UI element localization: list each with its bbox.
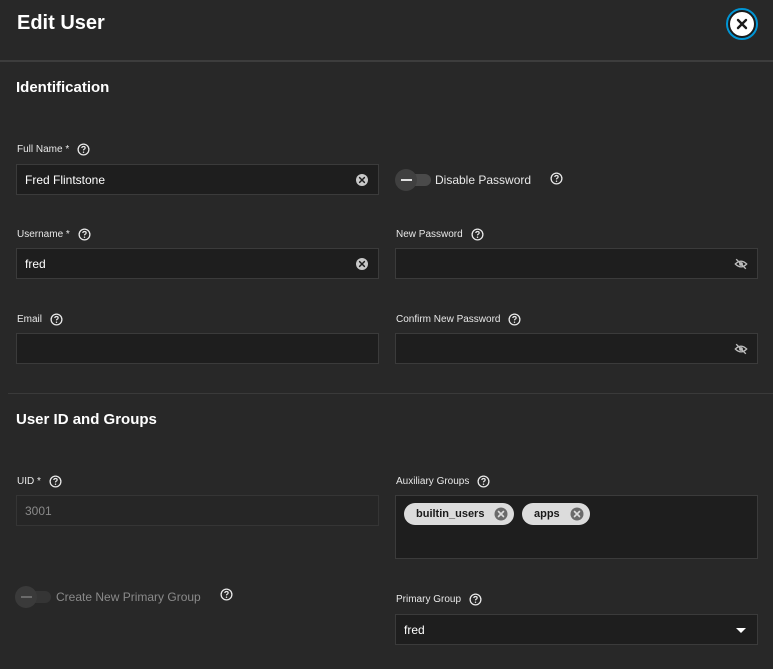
help-icon[interactable] bbox=[77, 143, 90, 156]
help-icon[interactable] bbox=[78, 228, 91, 241]
uid-label-text: UID * bbox=[17, 476, 41, 487]
full-name-label-text: Full Name * bbox=[17, 144, 70, 155]
primary-group-select[interactable]: fred bbox=[395, 614, 758, 645]
section-title-identification: Identification bbox=[16, 79, 110, 96]
section-divider bbox=[8, 393, 773, 394]
toggle-thumb bbox=[395, 169, 417, 191]
email-label: Email bbox=[17, 313, 63, 326]
help-icon[interactable] bbox=[477, 475, 490, 488]
group-chip-label: builtin_users bbox=[416, 508, 485, 520]
header-divider bbox=[0, 60, 773, 62]
auxiliary-groups-input[interactable]: builtin_users apps bbox=[395, 495, 758, 559]
primary-group-value: fred bbox=[404, 623, 425, 637]
help-icon[interactable] bbox=[49, 475, 62, 488]
uid-label: UID * bbox=[17, 475, 62, 488]
new-password-label-text: New Password bbox=[396, 229, 463, 240]
group-chip[interactable]: apps bbox=[522, 503, 590, 525]
username-value: fred bbox=[25, 257, 46, 271]
eye-off-icon[interactable] bbox=[734, 257, 748, 271]
username-label-text: Username * bbox=[17, 229, 70, 240]
full-name-label: Full Name * bbox=[17, 143, 90, 156]
clear-icon[interactable] bbox=[355, 257, 369, 271]
full-name-value: Fred Flintstone bbox=[25, 173, 106, 187]
create-primary-group-toggle[interactable] bbox=[15, 586, 51, 608]
help-icon[interactable] bbox=[550, 172, 563, 185]
dialog-header: Edit User bbox=[0, 0, 773, 60]
chevron-down-icon bbox=[736, 628, 746, 633]
disable-password-label: Disable Password bbox=[435, 173, 532, 187]
confirm-password-label-text: Confirm New Password bbox=[396, 314, 501, 325]
section-title-user-id-groups: User ID and Groups bbox=[16, 411, 157, 428]
auxiliary-groups-label: Auxiliary Groups bbox=[396, 475, 490, 488]
full-name-input[interactable]: Fred Flintstone bbox=[16, 164, 379, 195]
uid-input[interactable]: 3001 bbox=[16, 495, 379, 526]
email-input[interactable] bbox=[16, 333, 379, 364]
new-password-input[interactable] bbox=[395, 248, 758, 279]
help-icon[interactable] bbox=[471, 228, 484, 241]
username-label: Username * bbox=[17, 228, 91, 241]
disable-password-toggle[interactable] bbox=[395, 169, 431, 191]
create-primary-group-label: Create New Primary Group bbox=[56, 590, 201, 604]
primary-group-label: Primary Group bbox=[396, 593, 482, 606]
primary-group-label-text: Primary Group bbox=[396, 594, 462, 605]
group-chip-label: apps bbox=[534, 508, 560, 520]
email-label-text: Email bbox=[17, 314, 43, 325]
group-chip[interactable]: builtin_users bbox=[404, 503, 515, 525]
confirm-password-input[interactable] bbox=[395, 333, 758, 364]
username-input[interactable]: fred bbox=[16, 248, 379, 279]
close-icon bbox=[730, 12, 754, 36]
new-password-label: New Password bbox=[396, 228, 484, 241]
remove-chip-icon[interactable] bbox=[570, 507, 584, 521]
help-icon[interactable] bbox=[50, 313, 63, 326]
auxiliary-groups-label-text: Auxiliary Groups bbox=[396, 476, 470, 487]
eye-off-icon[interactable] bbox=[734, 342, 748, 356]
help-icon[interactable] bbox=[508, 313, 522, 326]
close-button[interactable] bbox=[726, 8, 758, 40]
clear-icon[interactable] bbox=[355, 173, 369, 187]
toggle-thumb bbox=[15, 586, 37, 608]
dialog-title: Edit User bbox=[17, 12, 105, 34]
confirm-password-label: Confirm New Password bbox=[396, 313, 522, 326]
uid-value: 3001 bbox=[25, 504, 52, 518]
help-icon[interactable] bbox=[220, 588, 233, 601]
remove-chip-icon[interactable] bbox=[494, 507, 508, 521]
help-icon[interactable] bbox=[469, 593, 482, 606]
